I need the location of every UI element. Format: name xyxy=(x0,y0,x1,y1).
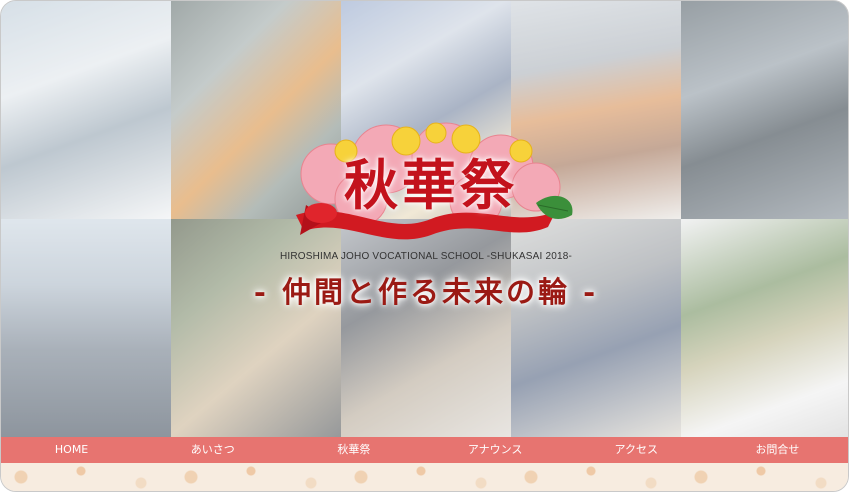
school-subtitle: HIROSHIMA JOHO VOCATIONAL SCHOOL -SHUKAS… xyxy=(279,251,573,262)
festival-tagline: - 仲間と作る未来の輪 - xyxy=(253,275,599,309)
festival-title: 秋華祭 xyxy=(344,153,518,217)
nav-access[interactable]: アクセス xyxy=(566,437,707,463)
photo-hall-crowd xyxy=(1,219,171,437)
festival-logo: 秋華祭 xyxy=(286,119,576,247)
nav-greeting[interactable]: あいさつ xyxy=(142,437,283,463)
footer-decoration xyxy=(1,463,848,491)
nav-contact[interactable]: お問合せ xyxy=(707,437,848,463)
nav-home[interactable]: HOME xyxy=(1,437,142,463)
photo-reception xyxy=(1,1,171,219)
page-frame: 秋華祭 HIROSHIMA JOHO VOCATIONAL SCHOOL -SH… xyxy=(0,0,849,492)
nav-announcements[interactable]: アナウンス xyxy=(425,437,566,463)
photo-computer-display xyxy=(681,219,848,437)
nav-festival[interactable]: 秋華祭 xyxy=(283,437,424,463)
main-navigation: HOME あいさつ 秋華祭 アナウンス アクセス お問合せ xyxy=(1,437,848,463)
photo-audience xyxy=(681,1,848,219)
